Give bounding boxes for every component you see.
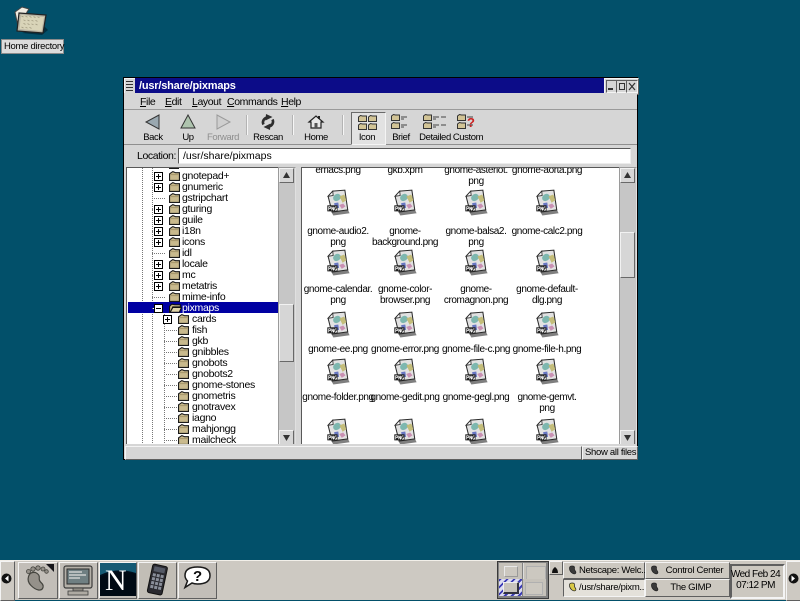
svg-text:?: ? <box>193 568 202 585</box>
svg-text:?: ? <box>467 115 475 130</box>
svg-text:N: N <box>105 564 127 596</box>
